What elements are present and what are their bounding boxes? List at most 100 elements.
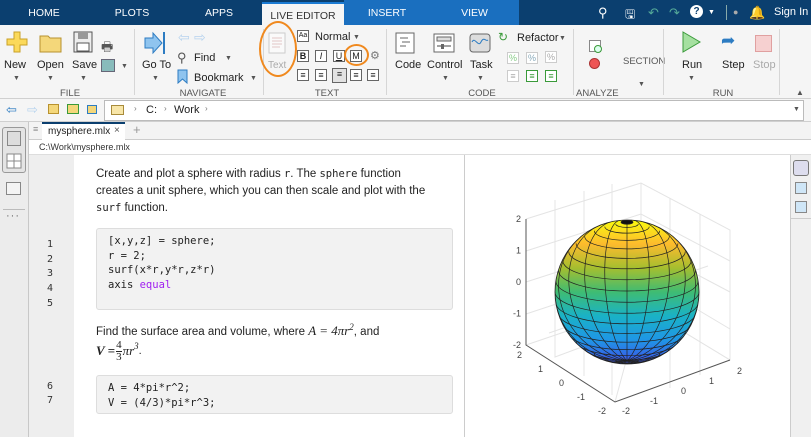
close-icon[interactable]: × [114,125,120,136]
collapse-ribbon-icon[interactable]: ▲ [796,88,804,97]
compare-icon[interactable] [101,59,115,72]
print-icon[interactable]: 🖶 [101,38,113,60]
left-sidebar: ··· [0,122,29,437]
code-analyzer-icon[interactable] [589,40,602,53]
refactor-dropdown-icon[interactable]: ▼ [559,35,566,42]
code-block[interactable]: [x,y,z] = sphere; r = 2; surf(x*r,y*r,z*… [96,228,453,310]
compare-dropdown-icon[interactable]: ▼ [121,63,128,70]
section-dropdown-icon[interactable]: ▼ [638,81,645,88]
document-menu-icon[interactable]: ≡ [33,124,38,134]
bold-button[interactable]: B [297,50,309,62]
search-icon[interactable]: ⚲ [598,5,608,21]
open-button[interactable]: Open [37,59,64,71]
output-right-icon[interactable] [795,182,807,194]
new-button[interactable]: New [4,59,26,71]
wrap-comments-icon[interactable]: % [545,51,557,63]
text-style-dropdown[interactable]: Normal [315,31,350,43]
align-center-icon[interactable]: ≡ [350,69,362,81]
equation-volume[interactable]: V = 43 πr 3. [96,337,142,365]
code-icon [395,32,415,54]
path-segment[interactable]: Work [174,104,199,116]
tab-home[interactable]: HOME [0,0,88,25]
redo-icon[interactable]: ↷ [669,5,680,21]
refactor-button[interactable]: Refactor [517,32,559,44]
code-line: surf(x*r,y*r,z*r) [108,264,216,277]
forward-icon[interactable]: ⇨ [27,102,38,118]
search-folder-icon[interactable] [87,105,97,114]
text-run: . [138,345,142,357]
save-button[interactable]: Save [72,59,97,71]
tab-view[interactable]: VIEW [430,0,519,25]
text-group-label: TEXT [314,88,340,99]
go-to-dropdown-icon[interactable]: ▼ [152,75,159,82]
find-button[interactable]: Find [194,52,215,64]
forward-icon[interactable]: ⇨ [194,29,206,46]
bookmark-dropdown-icon[interactable]: ▼ [250,75,257,82]
numbered-list-icon[interactable]: ≡ [297,69,309,81]
browse-folder-icon[interactable] [67,104,79,114]
user-icon[interactable]: ● [733,7,738,17]
undo-icon[interactable]: ↶ [648,5,659,21]
text-paragraph[interactable]: Find the surface area and volume, where … [96,319,436,341]
section-button[interactable]: SECTION [623,56,665,67]
help-dropdown-icon[interactable]: ▼ [708,9,715,16]
increase-indent-icon[interactable]: ≡ [545,70,557,82]
run-dropdown-icon[interactable]: ▼ [688,75,695,82]
text-button[interactable]: Text [268,60,286,71]
align-right-icon[interactable]: ≡ [367,69,379,81]
control-dropdown-icon[interactable]: ▼ [442,75,449,82]
tab-plots[interactable]: PLOTS [88,0,176,25]
breakpoint-icon[interactable] [589,58,600,69]
path-history-dropdown-icon[interactable]: ▼ [793,106,800,113]
text-paragraph[interactable]: Create and plot a sphere with radius r. … [96,166,436,217]
bulleted-list-icon[interactable]: ≡ [315,69,327,81]
settings-gear-icon[interactable]: ⚙ [370,49,380,62]
smart-indent-icon[interactable]: ≡ [507,70,519,82]
save-icon[interactable]: 🖫 [625,5,635,26]
control-button[interactable]: Control [427,59,462,71]
align-left-icon[interactable]: ≡ [332,68,347,83]
text-style-dropdown-icon[interactable]: ▼ [353,34,360,41]
document-tab[interactable]: mysphere.mlx × [42,122,125,140]
current-folder-path[interactable]: › C: › Work › ▼ [104,100,804,121]
sphere-figure[interactable]: 210-1-2210-1-2 -2-1012 [465,155,790,437]
uncomment-icon[interactable]: % [526,52,538,64]
find-dropdown-icon[interactable]: ▼ [225,55,232,62]
code-block[interactable]: A = 4*pi*r^2; V = (4/3)*pi*r^3; [96,375,453,414]
output-inline-icon[interactable] [793,160,809,176]
code-button[interactable]: Code [395,59,421,71]
text-only-icon[interactable] [795,201,807,213]
command-history-icon[interactable] [6,182,21,195]
go-to-button[interactable]: Go To [142,59,171,71]
up-folder-icon[interactable] [48,104,59,114]
stop-button[interactable]: Stop [753,59,776,71]
back-icon[interactable]: ⇦ [178,29,190,46]
new-tab-plus-icon[interactable]: + [133,122,141,137]
files-panel-icon[interactable] [7,131,21,146]
italic-button[interactable]: I [315,50,327,62]
tab-apps[interactable]: APPS [176,0,262,25]
save-dropdown-icon[interactable]: ▼ [80,75,87,82]
equation: V = [96,343,116,358]
live-script-content[interactable]: Create and plot a sphere with radius r. … [74,155,465,437]
step-button[interactable]: Step [722,59,745,71]
notification-bell-icon[interactable]: 🔔 [749,5,765,21]
open-dropdown-icon[interactable]: ▼ [47,75,54,82]
path-segment[interactable]: C: [146,104,157,116]
bookmark-button[interactable]: Bookmark [194,72,244,84]
decrease-indent-icon[interactable]: ≡ [526,70,538,82]
back-icon[interactable]: ⇦ [6,102,17,118]
run-group-label: RUN [712,88,734,99]
task-dropdown-icon[interactable]: ▼ [477,75,484,82]
comment-icon[interactable]: % [507,52,519,64]
more-options-icon[interactable]: ··· [6,210,20,222]
line-number: 2 [47,254,54,265]
new-dropdown-icon[interactable]: ▼ [13,75,20,82]
help-icon[interactable]: ? [690,5,703,18]
task-button[interactable]: Task [470,59,493,71]
run-button[interactable]: Run [682,59,702,71]
workspace-grid-icon[interactable] [6,153,22,169]
new-icon [6,31,28,53]
tab-insert[interactable]: INSERT [344,0,430,25]
sign-in-link[interactable]: Sign In [774,6,808,18]
